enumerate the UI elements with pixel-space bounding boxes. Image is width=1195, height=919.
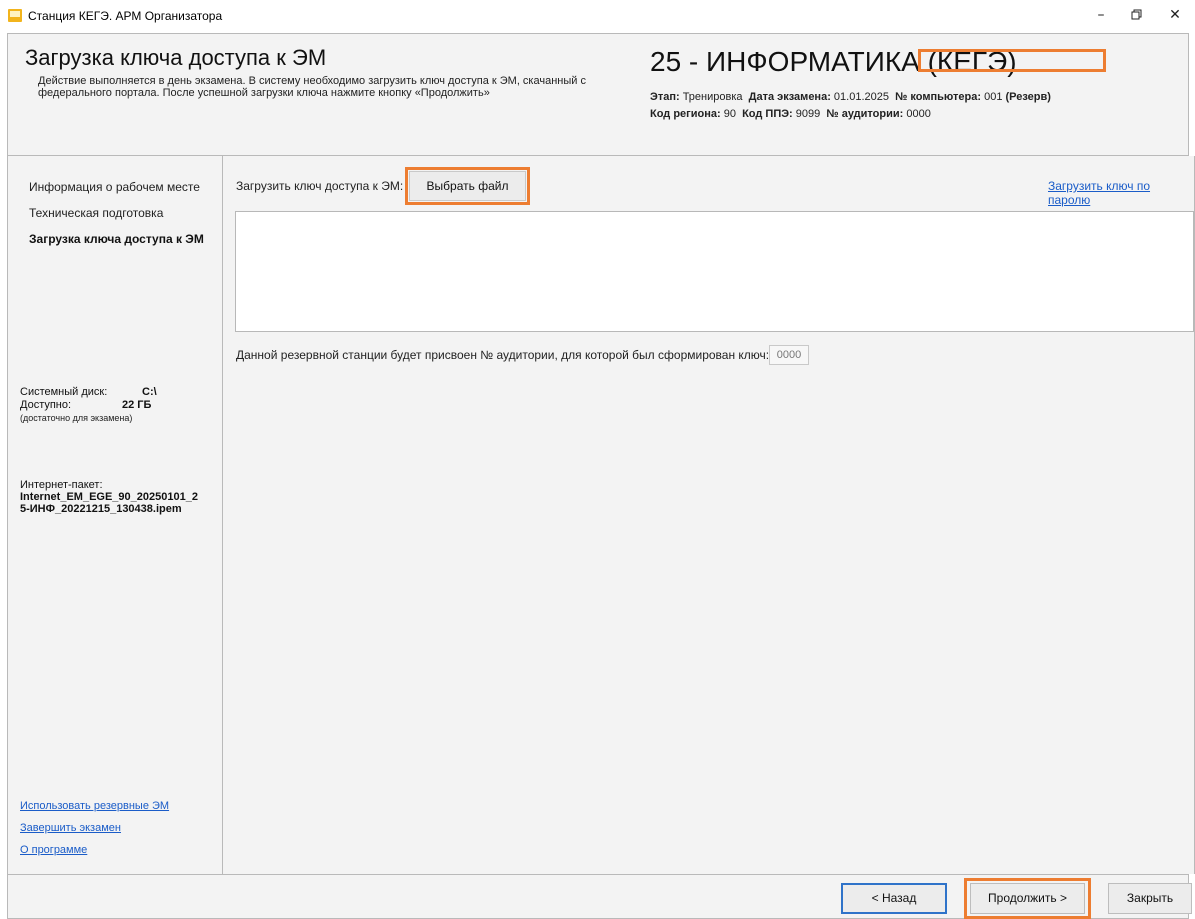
exam-info-line1: Этап: Тренировка Дата экзамена: 01.01.20… <box>650 91 1051 103</box>
package-label: Интернет-пакет: <box>20 479 103 491</box>
room-label: № аудитории: <box>826 108 904 120</box>
finish-exam-link[interactable]: Завершить экзамен <box>20 822 121 834</box>
load-by-password-link[interactable]: Загрузить ключ по паролю <box>1048 179 1195 207</box>
package-name-line2: 5-ИНФ_20221215_130438.ipem <box>20 503 182 515</box>
available-value: 22 ГБ <box>122 399 152 411</box>
exam-date-label: Дата экзамена: <box>748 91 831 103</box>
window-title: Станция КЕГЭ. АРМ Организатора <box>28 9 223 23</box>
exam-info-line2: Код региона: 90 Код ППЭ: 9099 № аудитори… <box>650 108 931 120</box>
use-reserve-em-link[interactable]: Использовать резервные ЭМ <box>20 800 169 812</box>
ppe-value: 9099 <box>795 108 821 120</box>
choose-file-highlight <box>405 167 530 205</box>
close-icon[interactable]: ✕ <box>1160 5 1190 25</box>
room-value: 0000 <box>906 108 931 120</box>
computer-highlight <box>918 49 1106 72</box>
page-title: Загрузка ключа доступа к ЭМ <box>25 45 327 70</box>
sidebar-item-tech-prep[interactable]: Техническая подготовка <box>29 206 163 220</box>
stage-value: Тренировка <box>682 91 743 103</box>
package-name-line1: Internet_EM_EGE_90_20250101_2 <box>20 491 198 503</box>
continue-highlight <box>964 878 1091 919</box>
sidebar <box>7 156 223 874</box>
available-label: Доступно: <box>20 399 72 411</box>
page-description: Действие выполняется в день экзамена. В … <box>38 75 586 99</box>
computer-note: (Резерв) <box>1005 91 1051 103</box>
app-icon <box>8 9 22 22</box>
computer-label: № компьютера: <box>895 91 982 103</box>
key-content-area[interactable] <box>235 211 1194 332</box>
restore-icon[interactable] <box>1122 5 1152 25</box>
stage-label: Этап: <box>650 91 680 103</box>
available-note: (достаточно для экзамена) <box>20 413 133 423</box>
room-number-field: 0000 <box>769 345 809 365</box>
back-button[interactable]: < Назад <box>841 883 947 914</box>
close-button[interactable]: Закрыть <box>1108 883 1192 914</box>
about-link[interactable]: О программе <box>20 844 87 856</box>
sidebar-item-key-upload[interactable]: Загрузка ключа доступа к ЭМ <box>29 232 204 246</box>
sidebar-item-workplace-info[interactable]: Информация о рабочем месте <box>29 180 200 194</box>
disk-value: C:\ <box>142 386 157 398</box>
upload-key-label: Загрузить ключ доступа к ЭМ: <box>236 179 404 193</box>
room-assignment-note: Данной резервной станции будет присвоен … <box>236 348 770 362</box>
disk-label: Системный диск: <box>20 386 108 398</box>
minimize-icon[interactable]: – <box>1086 5 1116 25</box>
computer-value: 001 <box>984 91 1003 103</box>
region-value: 90 <box>723 108 736 120</box>
ppe-label: Код ППЭ: <box>742 108 793 120</box>
region-label: Код региона: <box>650 108 721 120</box>
exam-date-value: 01.01.2025 <box>833 91 889 103</box>
